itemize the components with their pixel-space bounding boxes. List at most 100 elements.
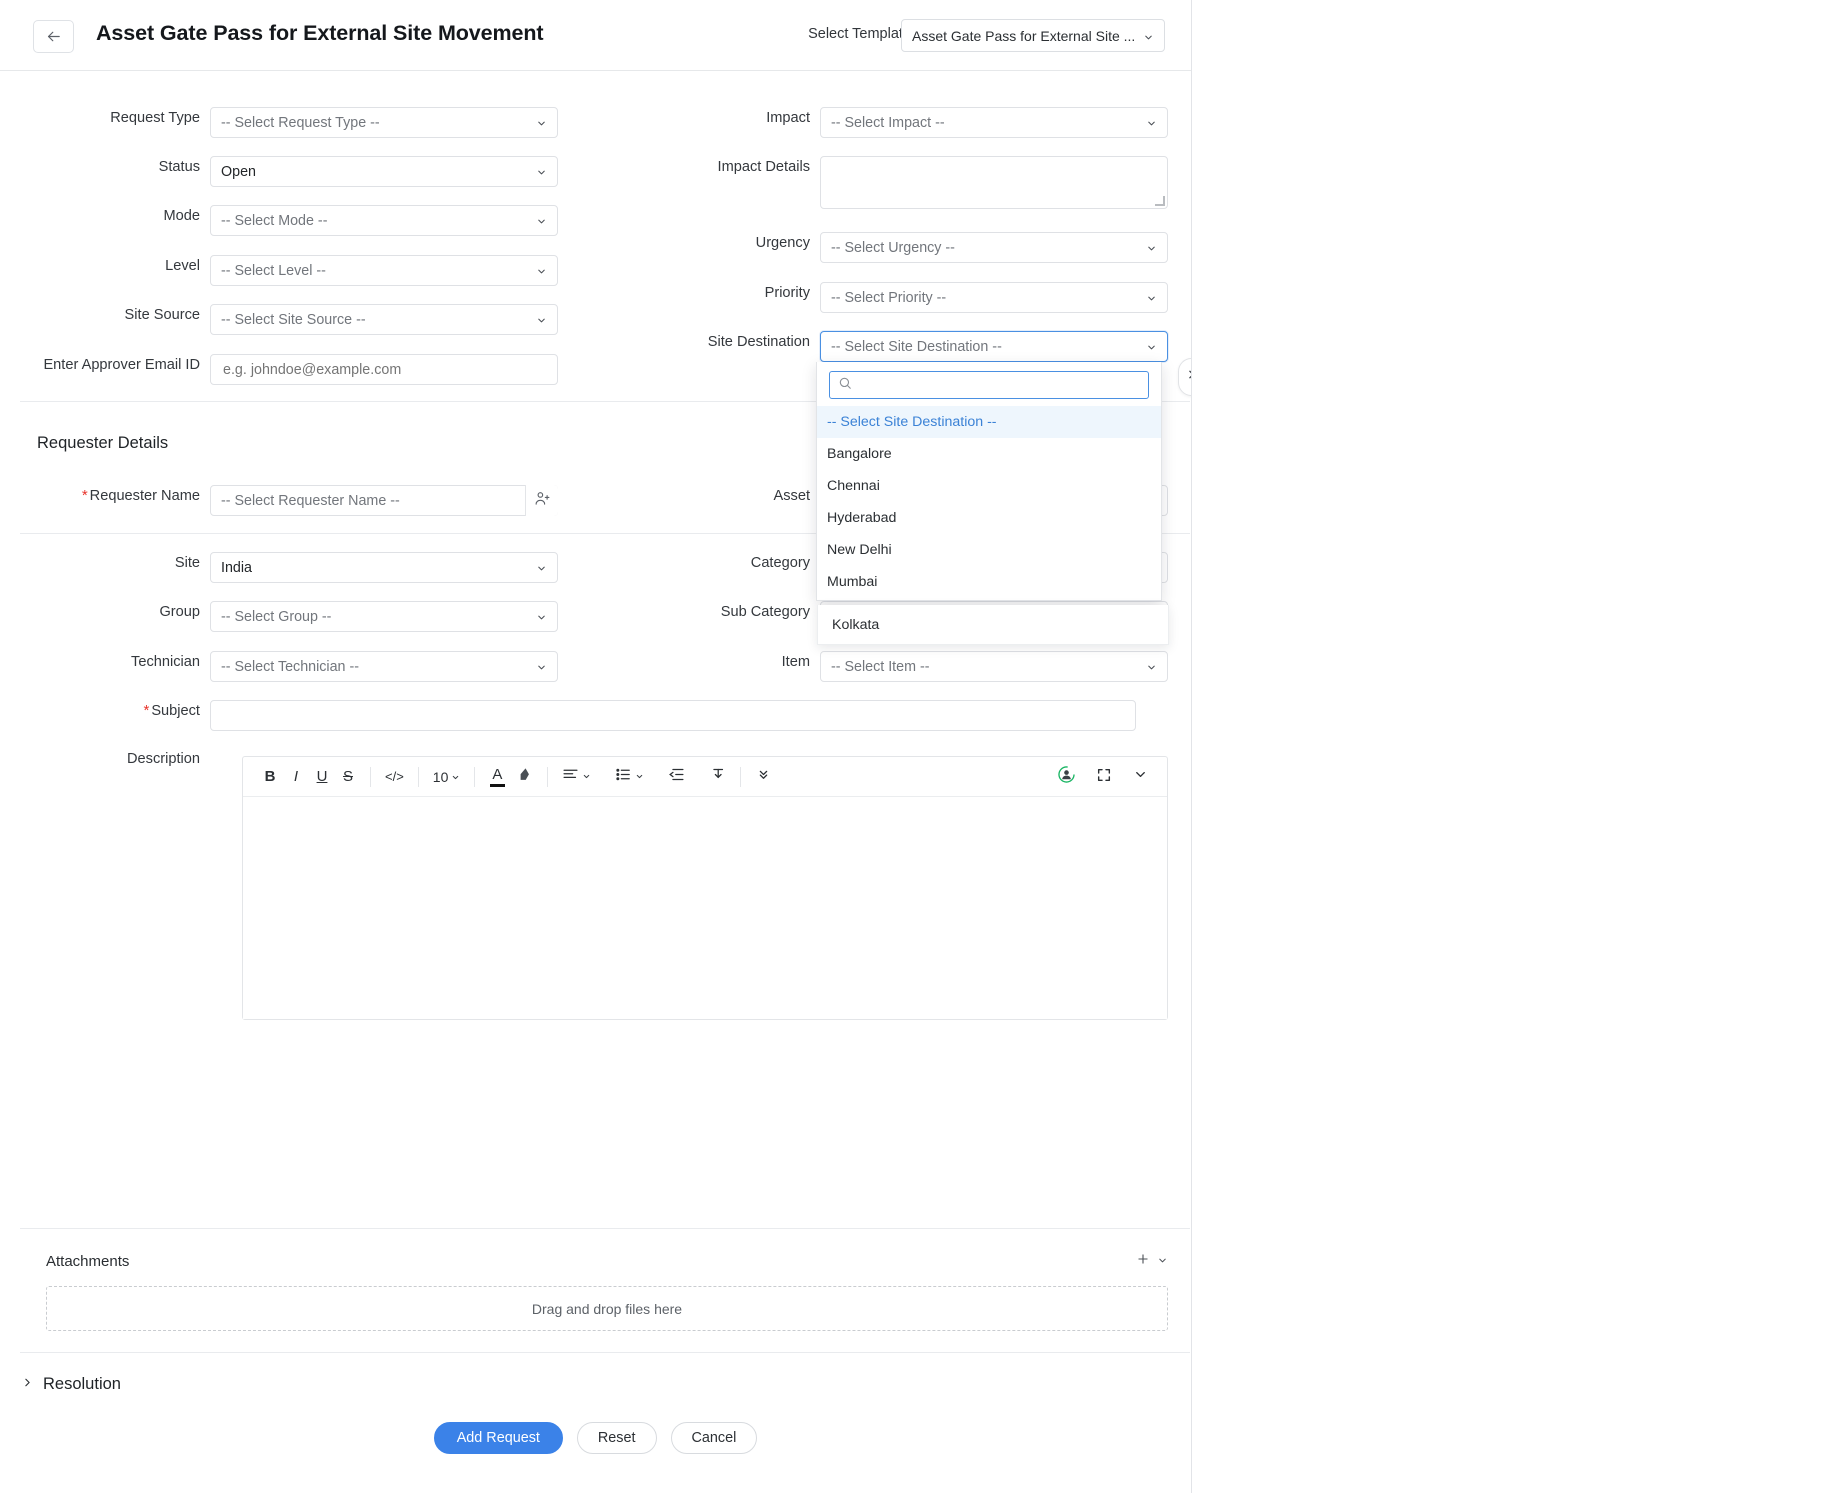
more-tools-button[interactable] [750,764,776,790]
highlighter-icon [515,766,533,788]
priority-value: -- Select Priority -- [831,290,1146,306]
chevron-down-icon [536,166,547,177]
align-button[interactable] [557,764,596,790]
urgency-select[interactable]: -- Select Urgency -- [820,232,1168,263]
record-avatar-button[interactable] [1052,764,1081,790]
site-select[interactable]: India [210,552,558,583]
item-select[interactable]: -- Select Item -- [820,651,1168,682]
dropdown-option[interactable]: Bangalore [817,438,1161,470]
underline-button[interactable]: U [309,764,335,790]
italic-button[interactable]: I [283,764,309,790]
description-editor: B I U S </> 10 A [242,756,1168,1020]
impact-details-textarea[interactable] [820,156,1168,209]
chevrons-down-icon [756,767,771,786]
chevron-down-icon [536,611,547,622]
dropdown-option[interactable]: Chennai [817,470,1161,502]
dropdown-option[interactable]: -- Select Site Destination -- [817,406,1161,438]
site-destination-select[interactable]: -- Select Site Destination -- [820,331,1168,362]
dropdown-search-wrap [817,362,1161,406]
item-value: -- Select Item -- [831,659,1146,675]
field-label: *Subject [0,700,200,722]
chevron-down-icon [536,265,547,276]
reset-button[interactable]: Reset [577,1422,657,1454]
plus-icon[interactable] [1136,1252,1150,1271]
back-button[interactable] [33,20,74,53]
toolbar-separator [474,767,475,787]
subject-input-wrap[interactable] [210,700,1136,731]
code-button[interactable]: </> [380,764,409,790]
field-label: Priority [620,282,810,304]
subject-label: Subject [151,703,200,719]
add-request-button[interactable]: Add Request [434,1422,563,1454]
chevron-down-icon [1143,30,1154,41]
expand-panel-handle[interactable] [1178,358,1191,396]
requester-name-value: -- Select Requester Name -- [221,493,517,509]
requester-name-picker-button[interactable] [525,485,558,516]
requester-name-select[interactable]: -- Select Requester Name -- [210,485,558,516]
field-label: Site Destination [620,331,810,353]
site-source-select[interactable]: -- Select Site Source -- [210,304,558,335]
dropdown-option[interactable]: Hyderabad [817,502,1161,534]
template-select[interactable]: Asset Gate Pass for External Site ... [901,19,1165,52]
field-urgency: Urgency -- Select Urgency -- [620,232,1168,263]
field-subject: *Subject [0,700,1136,731]
outdent-icon [668,766,685,787]
approver-email-input[interactable] [221,361,547,379]
list-button[interactable] [610,764,649,790]
dropdown-option[interactable]: New Delhi [817,534,1161,566]
dropdown-search-box[interactable] [829,371,1149,399]
font-size-button[interactable]: 10 [428,764,466,790]
field-label: Enter Approver Email ID [0,354,200,376]
highlight-color-button[interactable] [510,764,538,790]
field-label: Item [620,651,810,673]
request-type-value: -- Select Request Type -- [221,115,536,131]
dropdown-option[interactable]: Kolkata [817,605,1169,645]
dropdown-search-input[interactable] [858,377,1140,394]
field-requester-name: *Requester Name -- Select Requester Name… [0,485,558,516]
request-type-select[interactable]: -- Select Request Type -- [210,107,558,138]
fullscreen-button[interactable] [1091,764,1117,790]
fullscreen-icon [1096,767,1112,787]
group-select[interactable]: -- Select Group -- [210,601,558,632]
description-editor-body[interactable] [243,797,1167,1019]
field-label: Site Source [0,304,200,326]
chevron-down-icon [1146,341,1157,352]
resolution-section-toggle[interactable]: Resolution [21,1375,121,1394]
collapse-editor-button[interactable] [1127,764,1153,790]
approver-email-input-wrap[interactable] [210,354,558,385]
level-select[interactable]: -- Select Level -- [210,255,558,286]
requester-details-title: Requester Details [37,434,168,453]
required-asterisk: * [82,487,88,504]
chevron-down-icon [451,769,460,785]
impact-select[interactable]: -- Select Impact -- [820,107,1168,138]
status-select[interactable]: Open [210,156,558,187]
field-request-type: Request Type -- Select Request Type -- [0,107,558,138]
cancel-button[interactable]: Cancel [671,1422,758,1454]
attachments-dropzone[interactable]: Drag and drop files here [46,1286,1168,1331]
field-label: Asset [620,485,810,507]
font-color-button[interactable]: A [484,764,510,790]
bold-button[interactable]: B [257,764,283,790]
outdent-button[interactable] [663,764,690,790]
select-template-label: Select Template [808,26,911,42]
field-impact: Impact -- Select Impact -- [620,107,1168,138]
mode-select[interactable]: -- Select Mode -- [210,205,558,236]
align-left-icon [562,766,579,787]
field-label: *Requester Name [0,485,200,507]
technician-select[interactable]: -- Select Technician -- [210,651,558,682]
toolbar-separator [370,767,371,787]
field-priority: Priority -- Select Priority -- [620,282,1168,313]
chevron-down-icon[interactable] [1157,1253,1168,1271]
field-site: Site India [0,552,558,583]
field-approver-email: Enter Approver Email ID [0,354,558,385]
subject-input[interactable] [221,707,1125,725]
field-technician: Technician -- Select Technician -- [0,651,558,682]
technician-value: -- Select Technician -- [221,659,536,675]
dropdown-option[interactable]: Mumbai [817,566,1161,598]
indent-button[interactable] [704,764,731,790]
field-label: Impact [620,107,810,129]
field-label: Status [0,156,200,178]
chevron-down-icon [1146,661,1157,672]
priority-select[interactable]: -- Select Priority -- [820,282,1168,313]
strikethrough-button[interactable]: S [335,764,361,790]
